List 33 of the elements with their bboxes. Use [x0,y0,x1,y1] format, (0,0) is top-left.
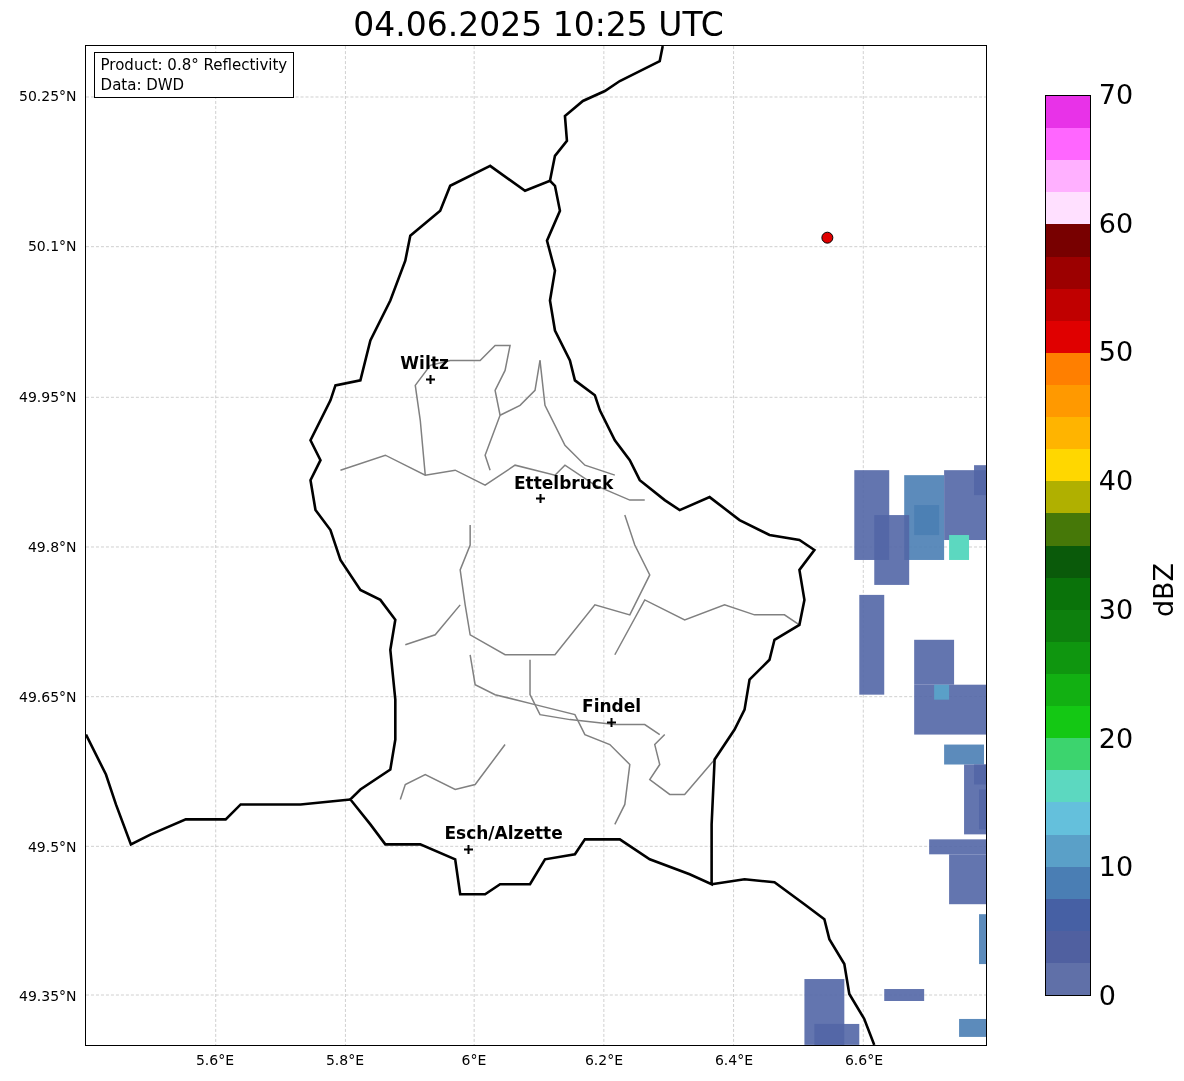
latitude-label: 49.5°N [27,839,77,855]
info-text: Data: DWD [100,75,186,95]
colorbar-tick-label: 60 [1098,208,1134,239]
colorbar-tick-label: 20 [1098,723,1134,754]
colorbar-title: dBZ [1148,562,1179,618]
latitude-label: 49.95°N [19,389,77,405]
colorbar-tick-label: 70 [1098,80,1134,110]
longitude-label: 6.2°E [584,1052,624,1068]
city-marker-icon [463,845,473,854]
city-label: Esch/Alzette [444,823,563,843]
colorbar-tick-label: 10 [1098,852,1134,883]
city-label: Wiltz [400,353,449,373]
colorbar-tick-label: 40 [1098,466,1134,497]
longitude-label: 6.6°E [844,1052,884,1068]
city-marker-icon [425,375,435,384]
colorbar-tick-label: 30 [1098,594,1134,625]
latitude-label: 49.35°N [19,988,77,1004]
longitude-label: 5.8°E [325,1052,365,1068]
latitude-label: 50.25°N [19,88,77,104]
chart-title: 04.06.2025 10:25 UTC [353,5,724,45]
city-label: Findel [582,696,642,716]
longitude-label: 5.6°E [195,1052,235,1068]
city-label: Ettelbruck [513,473,614,493]
info-text: Product: 0.8° Reflectivity [100,55,288,75]
latitude-label: 49.65°N [19,689,77,705]
latitude-label: 49.8°N [27,539,77,555]
longitude-label: 6°E [461,1052,487,1068]
colorbar-tick-label: 0 [1098,980,1116,1011]
city-marker-icon [606,718,616,727]
colorbar-tick-label: 50 [1098,337,1134,368]
longitude-label: 6.4°E [714,1052,754,1068]
city-marker-icon [535,494,545,503]
latitude-label: 50.1°N [27,238,77,254]
